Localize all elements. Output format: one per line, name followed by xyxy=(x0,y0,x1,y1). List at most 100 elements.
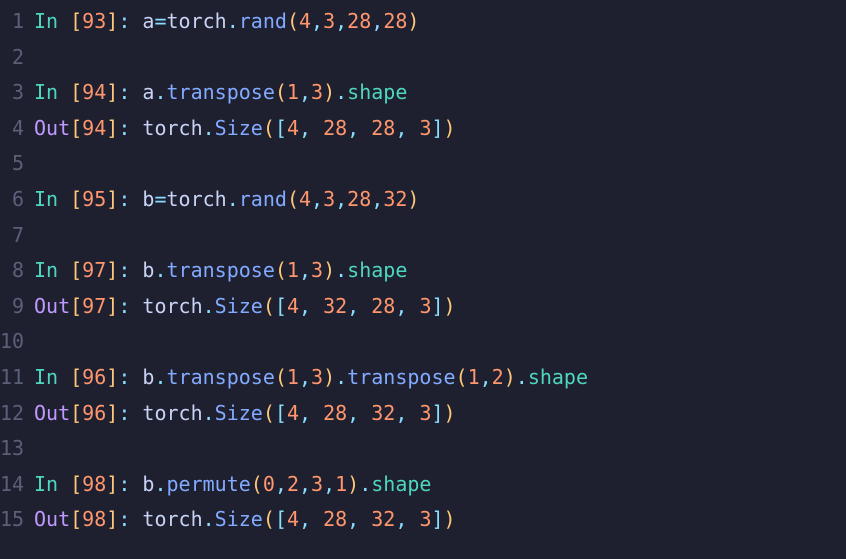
code-token: . xyxy=(154,365,166,389)
code-token: 3 xyxy=(311,80,323,104)
code-token: , xyxy=(335,9,347,33)
code-token: , xyxy=(347,116,371,140)
code-token: torch xyxy=(142,401,202,425)
code-token: ( xyxy=(456,365,468,389)
line-content: In [96]: b.transpose(1,3).transpose(1,2)… xyxy=(34,360,846,396)
code-token: [ xyxy=(70,401,82,425)
code-token: shape xyxy=(347,80,407,104)
code-token: ] xyxy=(432,507,444,531)
code-token: 4 xyxy=(299,9,311,33)
code-line: 10 xyxy=(0,324,846,360)
line-content xyxy=(34,218,846,254)
code-token: ] xyxy=(432,116,444,140)
code-token: . xyxy=(203,507,215,531)
code-token: ] xyxy=(106,507,118,531)
code-token: . xyxy=(227,187,239,211)
line-content: In [93]: a=torch.rand(4,3,28,28) xyxy=(34,4,846,40)
code-token: 98 xyxy=(82,507,106,531)
code-token: : xyxy=(118,187,142,211)
code-token: [ xyxy=(70,9,82,33)
code-token: 97 xyxy=(82,294,106,318)
code-token: 3 xyxy=(419,401,431,425)
line-number: 8 xyxy=(0,253,34,289)
line-number: 14 xyxy=(0,467,34,503)
line-content: In [94]: a.transpose(1,3).shape xyxy=(34,75,846,111)
line-number: 10 xyxy=(0,324,34,360)
code-token: , xyxy=(395,116,419,140)
code-token: , xyxy=(480,365,492,389)
code-token: 93 xyxy=(82,9,106,33)
code-line: 2 xyxy=(0,40,846,76)
code-token: shape xyxy=(371,472,431,496)
code-token: [ xyxy=(275,507,287,531)
line-number: 7 xyxy=(0,218,34,254)
code-token: [ xyxy=(275,294,287,318)
code-token: : xyxy=(118,294,142,318)
line-number: 13 xyxy=(0,431,34,467)
code-token: b xyxy=(142,365,154,389)
code-token: 28 xyxy=(371,294,395,318)
code-token: : xyxy=(118,258,142,282)
code-token: ) xyxy=(444,294,456,318)
code-token: [ xyxy=(70,365,82,389)
code-token: , xyxy=(299,507,323,531)
code-line: 6In [95]: b=torch.rand(4,3,28,32) xyxy=(0,182,846,218)
code-token: ) xyxy=(444,507,456,531)
code-token: Out xyxy=(34,507,70,531)
code-token: 94 xyxy=(82,116,106,140)
code-token: 4 xyxy=(287,294,299,318)
code-token: ( xyxy=(275,258,287,282)
code-token: torch xyxy=(167,9,227,33)
code-token: [ xyxy=(70,472,82,496)
code-token: 4 xyxy=(287,401,299,425)
code-token: . xyxy=(227,9,239,33)
code-token: shape xyxy=(528,365,588,389)
code-token: 3 xyxy=(419,507,431,531)
line-content: In [98]: b.permute(0,2,3,1).shape xyxy=(34,467,846,503)
code-token: 1 xyxy=(287,80,299,104)
code-token: : xyxy=(118,9,142,33)
code-token: [ xyxy=(70,116,82,140)
code-token: 1 xyxy=(468,365,480,389)
code-token: ) xyxy=(407,9,419,33)
code-token: : xyxy=(118,365,142,389)
code-token: 4 xyxy=(287,116,299,140)
code-token: 3 xyxy=(311,258,323,282)
code-token: In xyxy=(34,80,70,104)
code-line: 7 xyxy=(0,218,846,254)
code-token: transpose xyxy=(167,258,275,282)
code-token: , xyxy=(371,187,383,211)
code-token: b xyxy=(142,187,154,211)
code-token: 95 xyxy=(82,187,106,211)
code-token: 28 xyxy=(323,116,347,140)
code-token: [ xyxy=(70,80,82,104)
code-token: ( xyxy=(275,365,287,389)
code-token: ] xyxy=(106,401,118,425)
code-token: ] xyxy=(106,116,118,140)
code-token: 98 xyxy=(82,472,106,496)
code-token: 3 xyxy=(419,294,431,318)
code-token: torch xyxy=(167,187,227,211)
code-token: Size xyxy=(215,116,263,140)
code-token: , xyxy=(311,9,323,33)
code-token: Size xyxy=(215,507,263,531)
code-token: ] xyxy=(106,258,118,282)
code-editor[interactable]: 1In [93]: a=torch.rand(4,3,28,28)23In [9… xyxy=(0,4,846,538)
code-token: transpose xyxy=(347,365,455,389)
code-token: ) xyxy=(444,116,456,140)
code-line: 9Out[97]: torch.Size([4, 32, 28, 3]) xyxy=(0,289,846,325)
code-line: 1In [93]: a=torch.rand(4,3,28,28) xyxy=(0,4,846,40)
code-token: ] xyxy=(432,294,444,318)
code-line: 5 xyxy=(0,146,846,182)
code-token: ( xyxy=(263,507,275,531)
code-token: 94 xyxy=(82,80,106,104)
code-token: = xyxy=(154,9,166,33)
code-token: 3 xyxy=(323,187,335,211)
code-token: : xyxy=(118,507,142,531)
code-line: 11In [96]: b.transpose(1,3).transpose(1,… xyxy=(0,360,846,396)
code-token: ] xyxy=(106,80,118,104)
line-content: In [97]: b.transpose(1,3).shape xyxy=(34,253,846,289)
code-token: , xyxy=(299,472,311,496)
code-token: 4 xyxy=(299,187,311,211)
code-token: ( xyxy=(287,187,299,211)
